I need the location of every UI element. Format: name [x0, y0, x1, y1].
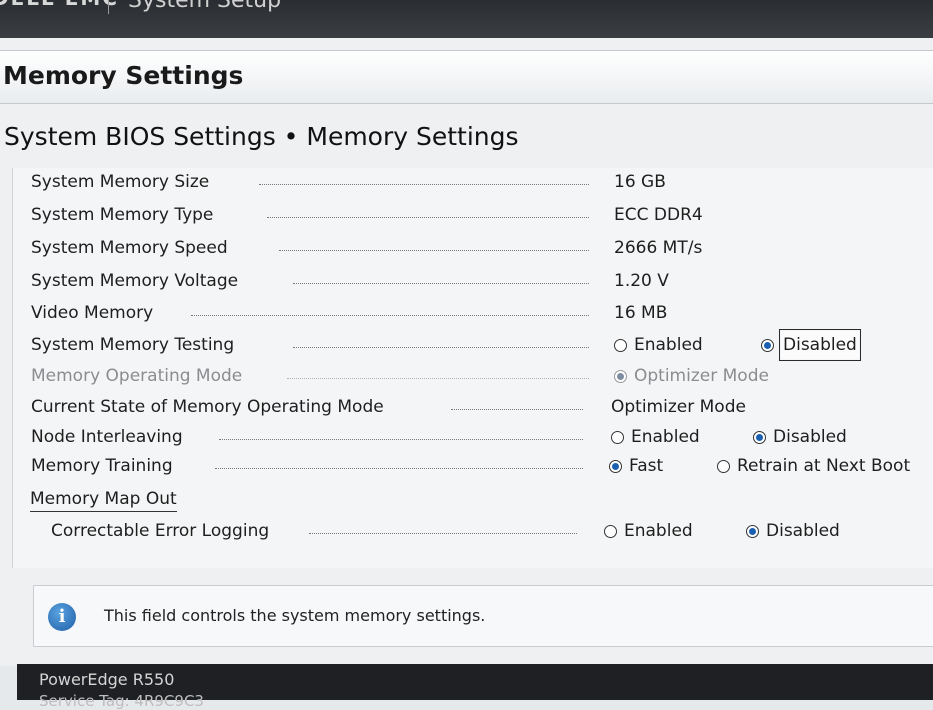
setting-video-memory: Video Memory 16 MB [31, 299, 931, 327]
setting-current-operating-mode: Current State of Memory Operating Mode O… [31, 393, 931, 421]
setting-value: Optimizer Mode [611, 397, 746, 417]
radio-node-interleaving-enabled[interactable]: Enabled [611, 423, 700, 451]
title-separator [108, 0, 109, 14]
app-title: System Setup [128, 0, 282, 13]
setting-value: ECC DDR4 [614, 205, 703, 225]
leader-dots [293, 283, 589, 284]
info-icon: i [48, 603, 76, 631]
setting-value: 16 MB [614, 303, 668, 323]
radio-memory-testing-enabled[interactable]: Enabled [614, 331, 703, 359]
page-title: Memory Settings [3, 61, 244, 90]
radio-unselected-icon [604, 524, 617, 538]
setting-label: Video Memory [31, 303, 154, 323]
service-tag: Service Tag: 4R9C9C3 [39, 692, 204, 710]
title-bar: DELL EMC System Setup [0, 0, 933, 38]
radio-label: Disabled [773, 427, 847, 447]
setting-memory-testing[interactable]: System Memory Testing Enabled Disabled [31, 329, 931, 361]
setting-label: Current State of Memory Operating Mode [31, 397, 384, 417]
main-frame: Memory Settings System BIOS Settings • M… [0, 38, 933, 666]
radio-selected-icon [614, 369, 627, 383]
setting-node-interleaving[interactable]: Node Interleaving Enabled Disabled [31, 423, 931, 451]
leader-dots [215, 468, 583, 469]
footer-bar: PowerEdge R550 Service Tag: 4R9C9C3 [17, 664, 933, 710]
leader-dots [293, 347, 589, 348]
radio-memory-training-retrain[interactable]: Retrain at Next Boot [717, 452, 910, 480]
setting-label: Correctable Error Logging [51, 521, 270, 541]
setting-label: System Memory Size [31, 172, 210, 192]
radio-selected-icon [761, 338, 774, 352]
setting-memory-speed: System Memory Speed 2666 MT/s [31, 234, 931, 262]
radio-label: Fast [629, 456, 664, 476]
system-model: PowerEdge R550 [39, 670, 175, 689]
breadcrumb: System BIOS Settings • Memory Settings [4, 122, 519, 151]
setting-memory-type: System Memory Type ECC DDR4 [31, 201, 931, 229]
setting-value: 1.20 V [614, 271, 669, 291]
leader-dots [191, 315, 589, 316]
setting-memory-voltage: System Memory Voltage 1.20 V [31, 267, 931, 295]
radio-label: Disabled [766, 521, 840, 541]
leader-dots [287, 378, 589, 379]
help-box: i This field controls the system memory … [33, 585, 933, 647]
setting-label: System Memory Voltage [31, 271, 239, 291]
radio-selected-icon [746, 524, 759, 538]
leader-dots [259, 184, 589, 185]
radio-error-logging-enabled[interactable]: Enabled [604, 517, 693, 545]
radio-error-logging-disabled[interactable]: Disabled [746, 517, 840, 545]
help-text: This field controls the system memory se… [104, 606, 486, 625]
leader-dots [451, 409, 583, 410]
leader-dots [309, 533, 577, 534]
radio-label: Enabled [624, 521, 693, 541]
setting-memory-training[interactable]: Memory Training Fast Retrain at Next Boo… [31, 452, 931, 480]
setting-label: Memory Training [31, 456, 173, 476]
leader-dots [219, 439, 583, 440]
setting-label: Memory Operating Mode [31, 366, 243, 386]
setting-memory-size: System Memory Size 16 GB [31, 168, 931, 196]
memory-map-out-link[interactable]: Memory Map Out [30, 489, 177, 512]
leader-dots [267, 217, 589, 218]
setting-label: Node Interleaving [31, 427, 183, 447]
radio-unselected-icon [611, 430, 624, 444]
setting-correctable-error-logging[interactable]: Correctable Error Logging Enabled Disabl… [31, 517, 931, 545]
radio-optimizer-mode: Optimizer Mode [614, 362, 769, 390]
page-header: Memory Settings [0, 50, 933, 104]
radio-memory-training-fast[interactable]: Fast [609, 452, 663, 480]
radio-label: Enabled [631, 427, 700, 447]
radio-unselected-icon [717, 459, 730, 473]
setting-label: System Memory Type [31, 205, 214, 225]
leader-dots [279, 250, 589, 251]
radio-selected-icon [609, 459, 622, 473]
setting-memory-operating-mode: Memory Operating Mode Optimizer Mode [31, 362, 931, 390]
radio-node-interleaving-disabled[interactable]: Disabled [753, 423, 847, 451]
setting-label: System Memory Testing [31, 335, 235, 355]
radio-unselected-icon [614, 338, 627, 352]
brand-logo: DELL EMC [0, 0, 119, 10]
radio-label: Disabled [779, 329, 861, 361]
radio-label: Retrain at Next Boot [737, 456, 911, 476]
radio-selected-icon [753, 430, 766, 444]
setting-value: 16 GB [614, 172, 666, 192]
setting-value: 2666 MT/s [614, 238, 703, 258]
setting-label: System Memory Speed [31, 238, 228, 258]
radio-label: Enabled [634, 335, 703, 355]
radio-label: Optimizer Mode [634, 366, 769, 386]
radio-memory-testing-disabled[interactable]: Disabled [761, 329, 861, 361]
